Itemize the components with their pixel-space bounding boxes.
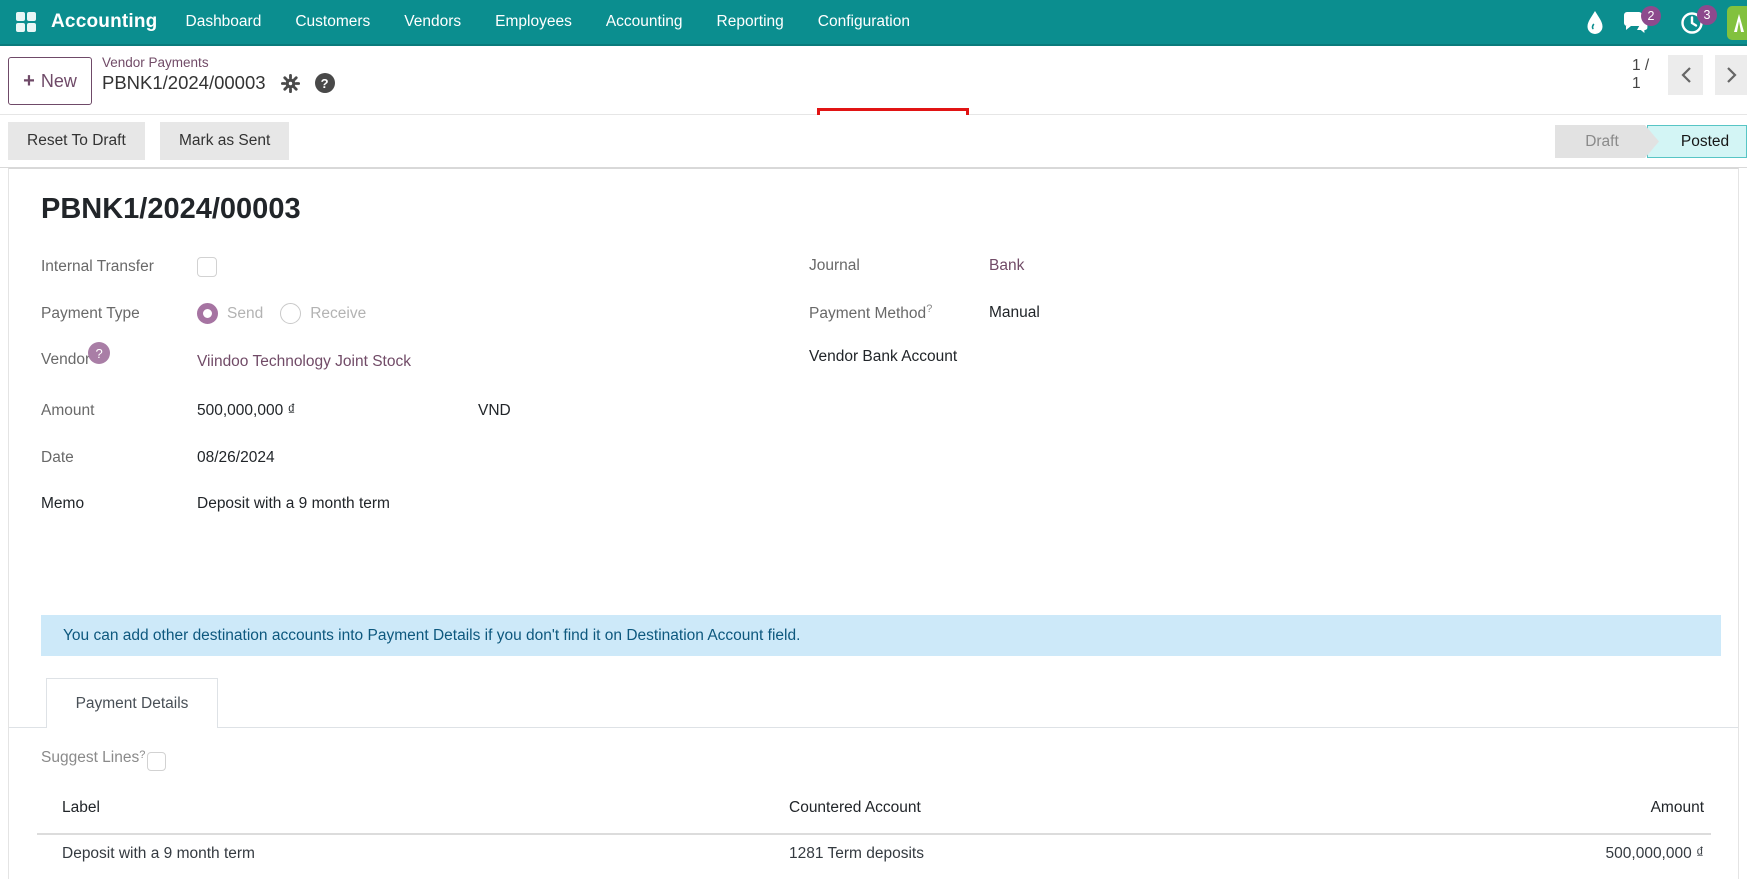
cell-countered-account: 1281 Term deposits xyxy=(789,845,924,863)
cell-label: Deposit with a 9 month term xyxy=(62,845,255,863)
field-memo: Memo Deposit with a 9 month term xyxy=(41,495,390,513)
control-panel: + New Vendor Payments PBNK1/2024/00003 ?… xyxy=(0,48,1747,115)
activity-clock-icon[interactable]: 3 xyxy=(1680,11,1704,35)
currency-value[interactable]: VND xyxy=(478,402,511,420)
previous-page-button[interactable] xyxy=(1668,55,1702,95)
record-title: PBNK1/2024/00003 xyxy=(41,193,301,226)
new-button[interactable]: + New xyxy=(8,57,92,105)
field-vendor-bank-account: Vendor Bank Account xyxy=(809,348,989,366)
status-draft[interactable]: Draft xyxy=(1555,125,1659,158)
vendor-bank-account-label: Vendor Bank Account xyxy=(809,348,989,366)
status-bar: Draft Posted xyxy=(1555,125,1747,158)
date-value[interactable]: 08/26/2024 xyxy=(197,449,275,467)
nav-item-reporting[interactable]: Reporting xyxy=(717,13,784,31)
field-amount: Amount 500,000,000 ₫ VND xyxy=(41,402,295,420)
field-date: Date 08/26/2024 xyxy=(41,449,275,467)
payment-type-receive-radio[interactable] xyxy=(280,303,301,324)
gear-icon[interactable] xyxy=(281,74,300,93)
nav-item-configuration[interactable]: Configuration xyxy=(818,13,910,31)
payment-type-receive-label: Receive xyxy=(310,305,366,323)
vendor-label: Vendor xyxy=(41,351,90,373)
field-payment-type: Payment Type Send Receive xyxy=(41,303,366,324)
form-sheet: PBNK1/2024/00003 Internal Transfer Payme… xyxy=(8,168,1739,879)
suggest-lines-checkbox[interactable] xyxy=(147,752,166,771)
field-journal: Journal Bank xyxy=(809,257,1024,275)
plus-icon: + xyxy=(23,70,35,93)
table-row[interactable]: Deposit with a 9 month term 1281 Term de… xyxy=(9,845,1738,885)
new-button-label: New xyxy=(41,71,77,92)
vendor-help-badge[interactable]: ? xyxy=(88,342,110,364)
payment-type-label: Payment Type xyxy=(41,305,197,323)
breadcrumb-parent[interactable]: Vendor Payments xyxy=(102,55,335,70)
user-avatar[interactable] xyxy=(1727,6,1747,40)
messages-badge: 2 xyxy=(1641,6,1661,26)
droplet-icon[interactable] xyxy=(1585,10,1605,36)
messages-icon[interactable]: 2 xyxy=(1622,12,1648,34)
info-banner: You can add other destination accounts i… xyxy=(41,615,1721,656)
journal-label: Journal xyxy=(809,257,989,275)
journal-link[interactable]: Bank xyxy=(989,257,1024,275)
internal-transfer-checkbox[interactable] xyxy=(197,257,217,277)
tab-payment-details[interactable]: Payment Details xyxy=(46,678,218,728)
nav-item-accounting[interactable]: Accounting xyxy=(606,13,683,31)
column-header-countered-account[interactable]: Countered Account xyxy=(789,799,921,817)
top-navbar: Accounting Dashboard Customers Vendors E… xyxy=(0,0,1747,46)
date-label: Date xyxy=(41,449,197,467)
column-header-label[interactable]: Label xyxy=(62,799,100,817)
payment-type-send-label: Send xyxy=(227,305,263,323)
apps-grid-icon[interactable] xyxy=(16,12,36,32)
vendor-link[interactable]: Viindoo Technology Joint Stock xyxy=(197,353,411,371)
amount-label: Amount xyxy=(41,402,197,420)
app-title[interactable]: Accounting xyxy=(51,11,158,33)
payment-type-send-radio[interactable] xyxy=(197,303,218,324)
activity-badge: 3 xyxy=(1697,5,1717,25)
field-payment-method: Payment Method? Manual xyxy=(809,303,1040,323)
breadcrumb-current: PBNK1/2024/00003 xyxy=(102,72,266,94)
cell-amount: 500,000,000 ₫ xyxy=(1606,845,1704,863)
status-posted[interactable]: Posted xyxy=(1647,125,1747,158)
payment-method-help-marker: ? xyxy=(926,303,932,315)
nav-item-employees[interactable]: Employees xyxy=(495,13,572,31)
amount-value[interactable]: 500,000,000 ₫ xyxy=(197,402,295,420)
next-page-button[interactable] xyxy=(1715,55,1747,95)
column-header-amount[interactable]: Amount xyxy=(1651,799,1704,817)
nav-item-customers[interactable]: Customers xyxy=(295,13,370,31)
field-suggest-lines: Suggest Lines? xyxy=(41,749,166,771)
nav-item-dashboard[interactable]: Dashboard xyxy=(186,13,262,31)
action-bar: Reset To Draft Mark as Sent Draft Posted xyxy=(0,115,1747,168)
field-internal-transfer: Internal Transfer xyxy=(41,257,217,277)
table-header-divider xyxy=(37,833,1711,835)
pager: 1 / 1 xyxy=(1632,55,1747,95)
pager-count: 1 / 1 xyxy=(1632,57,1656,93)
payment-method-value[interactable]: Manual xyxy=(989,304,1040,322)
suggest-lines-help-marker: ? xyxy=(139,749,145,761)
mark-as-sent-button[interactable]: Mark as Sent xyxy=(160,122,289,160)
help-icon[interactable]: ? xyxy=(315,73,335,93)
memo-label: Memo xyxy=(41,495,197,513)
reset-to-draft-button[interactable]: Reset To Draft xyxy=(8,122,145,160)
memo-value[interactable]: Deposit with a 9 month term xyxy=(197,495,390,513)
tab-bar-divider xyxy=(9,727,1738,728)
suggest-lines-label: Suggest Lines xyxy=(41,749,139,767)
main-menu: Dashboard Customers Vendors Employees Ac… xyxy=(186,13,910,31)
breadcrumb: Vendor Payments PBNK1/2024/00003 ? xyxy=(102,55,335,94)
field-vendor: Vendor ? Viindoo Technology Joint Stock xyxy=(41,351,411,373)
nav-item-vendors[interactable]: Vendors xyxy=(404,13,461,31)
internal-transfer-label: Internal Transfer xyxy=(41,258,197,276)
payment-method-label: Payment Method xyxy=(809,305,926,322)
